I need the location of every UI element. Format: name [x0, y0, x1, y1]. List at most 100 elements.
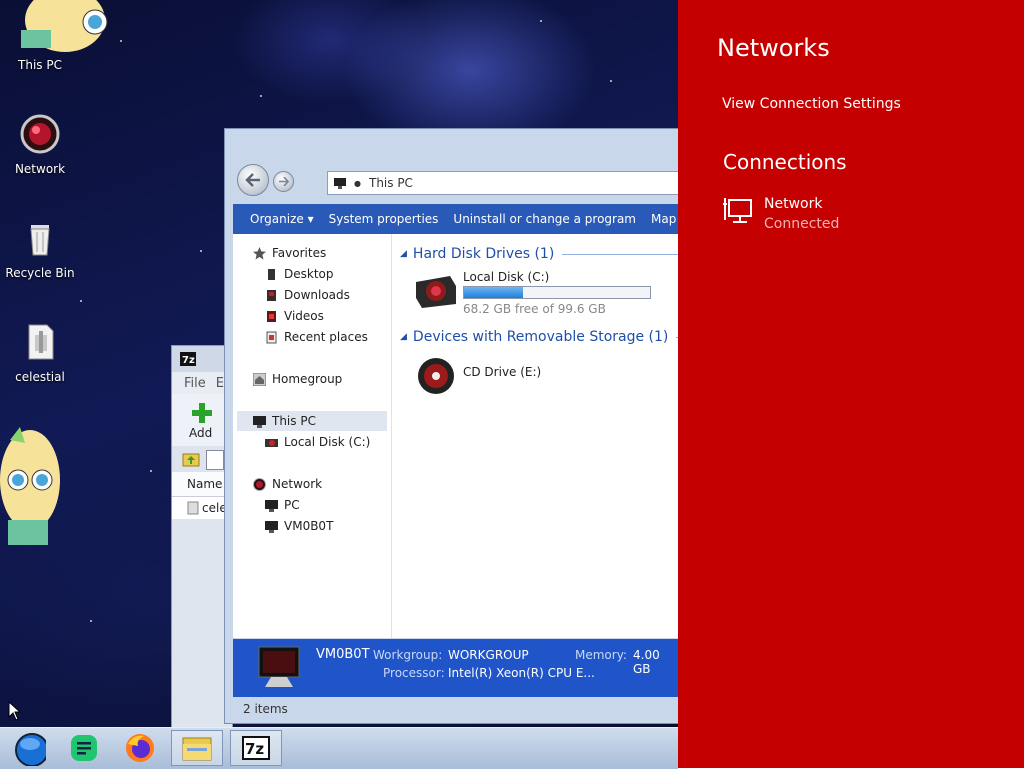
- command-bar: Organize ▾ System properties Uninstall o…: [233, 204, 679, 234]
- view-connection-settings-link[interactable]: View Connection Settings: [722, 96, 901, 112]
- 7zip-titlebar[interactable]: 7z: [172, 346, 232, 372]
- network-flyout: Networks View Connection Settings Connec…: [678, 0, 1024, 768]
- status-bar: 2 items: [233, 697, 679, 721]
- forward-button[interactable]: [273, 171, 294, 192]
- workgroup-label: Workgroup:: [373, 648, 443, 662]
- drive-c-usage-fill: [464, 287, 523, 298]
- back-button[interactable]: [237, 164, 269, 196]
- desktop-icon-label: Network: [14, 162, 66, 176]
- group-divider: [562, 253, 679, 255]
- folder-icon: [182, 737, 212, 761]
- group-title: Devices with Removable Storage (1): [412, 329, 669, 345]
- svg-text:7z: 7z: [182, 355, 195, 366]
- organize-button[interactable]: Organize ▾: [250, 212, 314, 226]
- archive-file-icon: [187, 501, 199, 515]
- group-hard-disk-drives[interactable]: ◢ Hard Disk Drives (1): [400, 246, 679, 262]
- folder-up-icon[interactable]: [182, 451, 200, 467]
- firefox-icon: [126, 734, 154, 762]
- taskbar: 7z: [0, 727, 678, 769]
- nav-label: Videos: [284, 309, 324, 323]
- nav-desktop[interactable]: Desktop: [265, 267, 334, 281]
- network-status: Connected: [764, 216, 840, 232]
- nav-this-pc[interactable]: This PC: [237, 411, 387, 431]
- nav-favorites[interactable]: Favorites: [253, 246, 326, 260]
- workgroup-value: WORKGROUP: [448, 648, 529, 662]
- computer-icon: [253, 415, 266, 428]
- nav-network[interactable]: Network: [253, 477, 322, 491]
- desktop-icon-network[interactable]: Network: [0, 113, 80, 176]
- nav-label: PC: [284, 498, 300, 512]
- desktop-icon-this-pc[interactable]: This PC: [0, 58, 80, 72]
- group-removable-storage[interactable]: ◢ Devices with Removable Storage (1): [400, 329, 679, 345]
- start-orb-icon: [15, 733, 46, 766]
- 7zip-icon: 7z: [242, 736, 270, 760]
- notes-app-icon: [71, 735, 97, 761]
- add-button-label[interactable]: Add: [189, 426, 212, 440]
- nav-vm0b0t[interactable]: VM0B0T: [265, 519, 333, 533]
- start-button[interactable]: [0, 730, 52, 766]
- drive-c-tile[interactable]: Local Disk (C:) 68.2 GB free of 99.6 GB: [408, 270, 678, 320]
- drive-c-name: Local Disk (C:): [463, 270, 550, 284]
- nav-label: Homegroup: [272, 372, 343, 386]
- network-icon: [253, 477, 266, 491]
- taskbar-file-explorer-button[interactable]: [171, 730, 223, 766]
- 7zip-logo-icon: 7z: [180, 352, 196, 366]
- computer-icon: [265, 520, 278, 533]
- collapse-triangle-icon[interactable]: ◢: [400, 249, 407, 259]
- path-box[interactable]: [206, 450, 224, 470]
- map-drive-button[interactable]: Map: [651, 212, 676, 226]
- wired-network-icon: [723, 198, 752, 223]
- nav-label: Favorites: [272, 246, 327, 260]
- 7zip-column-header[interactable]: Name: [172, 472, 232, 497]
- desktop-icon-celestial[interactable]: celestial: [0, 321, 80, 384]
- nav-label: Network: [272, 477, 323, 491]
- archive-file-icon: [28, 324, 54, 360]
- nav-recent-places[interactable]: Recent places: [265, 330, 368, 344]
- cd-drive-icon: [418, 358, 454, 394]
- 7zip-path-strip: [172, 446, 232, 472]
- menu-file[interactable]: File: [184, 376, 206, 391]
- uninstall-program-button[interactable]: Uninstall or change a program: [453, 212, 636, 226]
- explorer-nav-row: ● This PC: [225, 159, 679, 203]
- drive-e-name: CD Drive (E:): [463, 365, 542, 379]
- group-title: Hard Disk Drives (1): [412, 246, 555, 262]
- desktop-icon-label: Recycle Bin: [5, 266, 75, 280]
- explorer-window[interactable]: ● This PC Organize ▾ System properties U…: [224, 128, 680, 724]
- system-properties-button[interactable]: System properties: [329, 212, 439, 226]
- collapse-triangle-icon[interactable]: ◢: [400, 332, 407, 342]
- cartoon-sticker-bottom: [0, 427, 60, 545]
- memory-value: 4.00 GB: [633, 648, 660, 676]
- taskbar-7zip-button[interactable]: 7z: [230, 730, 282, 766]
- details-pane: VM0B0T Workgroup: WORKGROUP Memory: 4.00…: [233, 639, 679, 697]
- flyout-title: Networks: [717, 34, 830, 62]
- drive-c-usage-bar: [463, 286, 651, 299]
- nav-homegroup[interactable]: Homegroup: [253, 372, 342, 386]
- drive-e-tile[interactable]: CD Drive (E:): [408, 356, 608, 400]
- downloads-icon: [267, 289, 276, 301]
- nav-local-disk[interactable]: Local Disk (C:): [265, 435, 370, 449]
- menu-edit[interactable]: E: [216, 376, 224, 391]
- desktop-icon-label: celestial: [15, 370, 65, 384]
- add-plus-icon[interactable]: [191, 402, 213, 424]
- nav-pc[interactable]: PC: [265, 498, 300, 512]
- nav-label: Desktop: [284, 267, 334, 281]
- star-icon: [253, 246, 266, 259]
- nav-downloads[interactable]: Downloads: [265, 288, 350, 302]
- nav-label: Recent places: [284, 330, 368, 344]
- column-name[interactable]: Name: [187, 477, 222, 491]
- list-item[interactable]: celes: [172, 497, 233, 519]
- network-name: Network: [764, 196, 823, 212]
- desktop-icon-recycle-bin[interactable]: Recycle Bin: [0, 217, 80, 280]
- nav-label: VM0B0T: [284, 519, 334, 533]
- nav-videos[interactable]: Videos: [265, 309, 324, 323]
- processor-value: Intel(R) Xeon(R) CPU E...: [448, 666, 595, 680]
- address-bar[interactable]: ● This PC: [327, 171, 679, 195]
- computer-name: VM0B0T: [316, 647, 370, 662]
- recycle-bin-icon: [30, 225, 50, 256]
- breadcrumb-separator-icon[interactable]: ●: [354, 179, 361, 188]
- taskbar-notes-button[interactable]: [58, 730, 110, 766]
- network-globe-icon: [20, 114, 60, 154]
- computer-icon: [334, 177, 346, 189]
- content-pane: ◢ Hard Disk Drives (1) Local Disk (C:) 6…: [392, 234, 679, 638]
- taskbar-firefox-button[interactable]: [114, 730, 166, 766]
